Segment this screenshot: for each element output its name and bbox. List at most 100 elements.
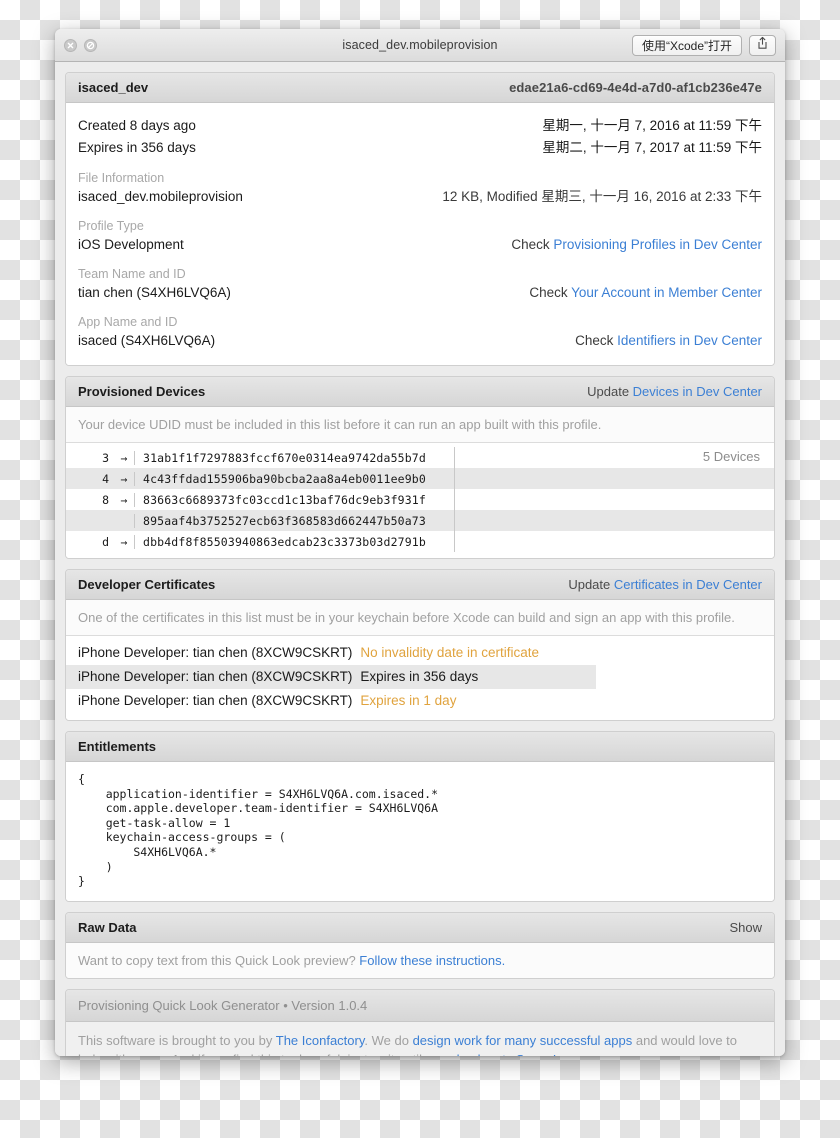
identifiers-link[interactable]: Identifiers in Dev Center — [617, 333, 762, 348]
share-button[interactable] — [749, 34, 776, 56]
device-udid: 895aaf4b3752527ecb63f368583d662447b50a73 — [134, 513, 426, 528]
created-row: Created 8 days ago 星期一, 十一月 7, 2016 at 1… — [78, 115, 762, 137]
table-row: d → dbb4df8f85503940863edcab23c3373b03d2… — [66, 531, 774, 552]
certificate-name: iPhone Developer: tian chen (8XCW9CSKRT) — [78, 645, 353, 660]
app-value: isaced (S4XH6LVQ6A) — [78, 333, 216, 348]
follow-instructions-link[interactable]: Follow these instructions. — [359, 953, 505, 968]
file-information-group: File Information isaced_dev.mobileprovis… — [78, 170, 762, 207]
profile-type-group: Profile Type iOS Development Check Provi… — [78, 218, 762, 255]
table-row: 8 → 83663c6689373fc03ccd1c13baf76dc9eb3f… — [66, 489, 774, 510]
entitlements-code: { application-identifier = S4XH6LVQ6A.co… — [66, 762, 774, 901]
profile-type-label: Profile Type — [78, 219, 144, 233]
device-udid: 83663c6689373fc03ccd1c13baf76dc9eb3f931f — [134, 492, 426, 507]
device-index: d — [102, 534, 109, 549]
profile-name: isaced_dev — [78, 80, 149, 95]
app-check: Check Identifiers in Dev Center — [575, 333, 762, 348]
devices-note: Your device UDID must be included in thi… — [66, 407, 774, 443]
team-label: Team Name and ID — [78, 267, 186, 281]
raw-data-header: Raw Data Show — [66, 912, 774, 943]
raw-data-card: Raw Data Show Want to copy text from thi… — [65, 911, 775, 979]
devices-table: 5 Devices 3 → 31ab1f1f7297883fccf670e031… — [66, 443, 774, 558]
device-index: 3 — [102, 450, 109, 465]
device-udid: 31ab1f1f7297883fccf670e0314ea9742da55b7d — [134, 450, 426, 465]
profile-type-check: Check Provisioning Profiles in Dev Cente… — [511, 237, 762, 252]
titlebar-actions: 使用“Xcode”打开 — [631, 34, 776, 56]
certificate-name: iPhone Developer: tian chen (8XCW9CSKRT) — [78, 669, 353, 684]
certificates-list: iPhone Developer: tian chen (8XCW9CSKRT)… — [66, 636, 774, 720]
devices-dev-center-link[interactable]: Devices in Dev Center — [633, 384, 762, 399]
devices-header: Provisioned Devices Update Devices in De… — [66, 377, 774, 407]
column-separator — [453, 447, 455, 468]
preview-content: isaced_dev edae21a6-cd69-4e4d-a7d0-af1cb… — [55, 62, 785, 1056]
close-icon[interactable] — [64, 38, 77, 52]
arrow-icon: → — [120, 450, 128, 465]
raw-data-show-button[interactable]: Show — [729, 920, 762, 935]
certificates-update: Update Certificates in Dev Center — [568, 577, 762, 592]
window-titlebar: isaced_dev.mobileprovision 使用“Xcode”打开 — [55, 29, 785, 62]
share-icon — [756, 36, 769, 55]
raw-data-note: Want to copy text from this Quick Look p… — [66, 942, 774, 978]
certificates-header: Developer Certificates Update Certificat… — [66, 570, 774, 600]
status-badge: Expires in 1 day — [360, 693, 457, 708]
device-udid: 4c43ffdad155906ba90bcba2aa8a4eb0011ee9b0 — [134, 471, 426, 486]
member-center-link[interactable]: Your Account in Member Center — [571, 285, 762, 300]
arrow-icon: → — [120, 492, 128, 507]
generator-credits: This software is brought to you by The I… — [66, 1021, 774, 1056]
status-badge: No invalidity date in certificate — [360, 645, 539, 660]
expires-value: 星期二, 十一月 7, 2017 at 11:59 下午 — [542, 140, 762, 155]
expires-label: Expires in 356 days — [78, 140, 196, 155]
table-row: 4 → 4c43ffdad155906ba90bcba2aa8a4eb0011e… — [66, 468, 774, 489]
xscope-link[interactable]: check out xScope! — [450, 1052, 556, 1056]
arrow-icon: → — [120, 471, 128, 486]
list-item: iPhone Developer: tian chen (8XCW9CSKRT)… — [66, 641, 774, 665]
iconfactory-link[interactable]: The Iconfactory — [276, 1033, 365, 1048]
table-row: 895aaf4b3752527ecb63f368583d662447b50a73 — [66, 510, 774, 531]
list-item: iPhone Developer: tian chen (8XCW9CSKRT)… — [66, 689, 774, 713]
certificates-dev-center-link[interactable]: Certificates in Dev Center — [614, 577, 762, 592]
status-badge: Expires in 356 days — [360, 669, 479, 684]
file-information-label: File Information — [78, 171, 165, 185]
entitlements-card: Entitlements { application-identifier = … — [65, 731, 775, 902]
devices-title: Provisioned Devices — [78, 384, 206, 399]
profile-summary-card: isaced_dev edae21a6-cd69-4e4d-a7d0-af1cb… — [65, 72, 775, 366]
quick-look-window: isaced_dev.mobileprovision 使用“Xcode”打开 i… — [55, 29, 785, 1056]
app-group: App Name and ID isaced (S4XH6LVQ6A) Chec… — [78, 314, 762, 351]
profile-summary: Created 8 days ago 星期一, 十一月 7, 2016 at 1… — [66, 103, 774, 365]
entitlements-header: Entitlements — [66, 732, 774, 762]
certificates-note: One of the certificates in this list mus… — [66, 600, 774, 636]
arrow-icon: → — [120, 534, 128, 549]
app-label: App Name and ID — [78, 315, 178, 329]
team-group: Team Name and ID tian chen (S4XH6LVQ6A) … — [78, 266, 762, 303]
table-row: 3 → 31ab1f1f7297883fccf670e0314ea9742da5… — [66, 447, 774, 468]
raw-data-title: Raw Data — [78, 919, 137, 935]
developer-certificates-card: Developer Certificates Update Certificat… — [65, 569, 775, 721]
no-entry-icon[interactable] — [84, 38, 97, 52]
profile-type-value: iOS Development — [78, 237, 184, 252]
entitlements-title: Entitlements — [78, 739, 157, 754]
expires-row: Expires in 356 days 星期二, 十一月 7, 2017 at … — [78, 137, 762, 159]
provisioning-profiles-link[interactable]: Provisioning Profiles in Dev Center — [553, 237, 762, 252]
profile-uuid: edae21a6-cd69-4e4d-a7d0-af1cb236e47e — [509, 80, 762, 95]
generator-footer-card: Provisioning Quick Look Generator • Vers… — [65, 988, 775, 1056]
column-separator — [453, 468, 455, 489]
provisioned-devices-card: Provisioned Devices Update Devices in De… — [65, 376, 775, 559]
file-name: isaced_dev.mobileprovision — [78, 189, 243, 204]
devices-update: Update Devices in Dev Center — [587, 384, 762, 399]
column-separator — [453, 531, 455, 552]
device-index: 4 — [102, 471, 109, 486]
team-check: Check Your Account in Member Center — [529, 285, 762, 300]
created-value: 星期一, 十一月 7, 2016 at 11:59 下午 — [542, 118, 762, 133]
device-udid: dbb4df8f85503940863edcab23c3373b03d2791b — [134, 534, 426, 549]
column-separator — [453, 489, 455, 510]
design-work-link[interactable]: design work for many successful apps — [413, 1033, 633, 1048]
open-with-xcode-button[interactable]: 使用“Xcode”打开 — [631, 34, 742, 56]
generator-version: Provisioning Quick Look Generator • Vers… — [66, 989, 774, 1022]
device-index: 8 — [102, 492, 109, 507]
team-value: tian chen (S4XH6LVQ6A) — [78, 285, 231, 300]
certificate-name: iPhone Developer: tian chen (8XCW9CSKRT) — [78, 693, 353, 708]
window-controls — [64, 38, 97, 52]
list-item: iPhone Developer: tian chen (8XCW9CSKRT)… — [66, 665, 596, 689]
file-meta: 12 KB, Modified 星期三, 十一月 16, 2016 at 2:3… — [442, 189, 762, 204]
column-separator — [453, 510, 455, 531]
profile-header: isaced_dev edae21a6-cd69-4e4d-a7d0-af1cb… — [66, 73, 774, 103]
